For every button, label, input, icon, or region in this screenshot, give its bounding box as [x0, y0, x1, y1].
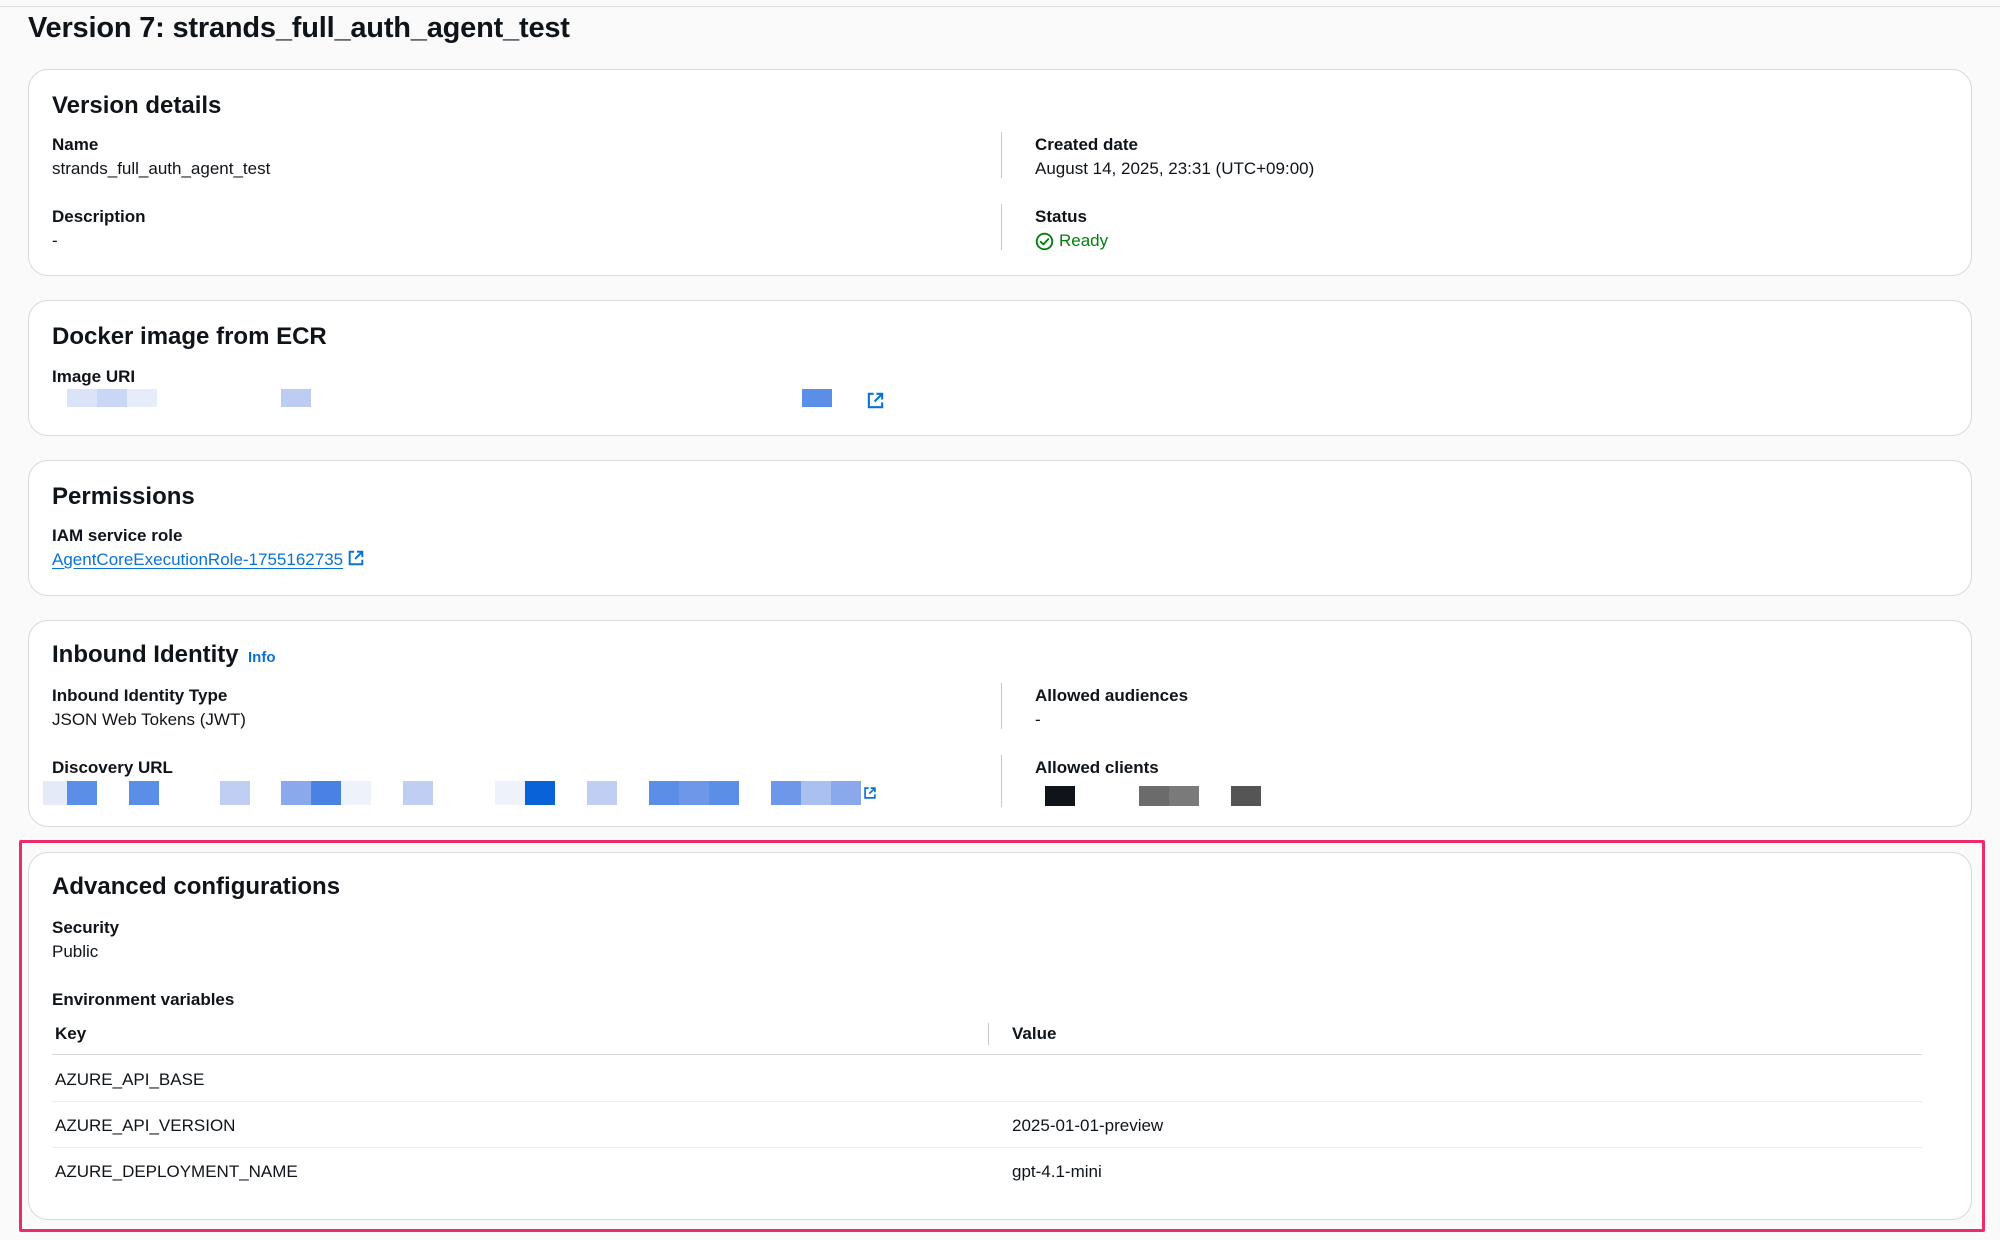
- top-divider: [0, 6, 2000, 7]
- column-divider: [1001, 683, 1002, 729]
- discovery-url-label: Discovery URL: [52, 758, 173, 777]
- column-header-value: Value: [1012, 1024, 1057, 1043]
- env-key: AZURE_DEPLOYMENT_NAME: [55, 1162, 298, 1181]
- env-value: gpt-4.1-mini: [1012, 1162, 1102, 1181]
- allowed-audiences-value: -: [1035, 710, 1041, 729]
- iam-role-label: IAM service role: [52, 526, 183, 545]
- docker-image-title: Docker image from ECR: [52, 323, 327, 350]
- column-header-key: Key: [55, 1024, 87, 1043]
- column-divider: [1001, 204, 1002, 250]
- created-date-value: August 14, 2025, 23:31 (UTC+09:00): [1035, 159, 1315, 178]
- advanced-configurations-card: Advanced configurations Security Public …: [28, 852, 1972, 1220]
- check-circle-icon: [1035, 232, 1054, 250]
- name-value: strands_full_auth_agent_test: [52, 159, 271, 178]
- allowed-clients-label: Allowed clients: [1035, 758, 1159, 777]
- version-details-card: Version details Name strands_full_auth_a…: [28, 69, 1972, 276]
- row-divider: [52, 1147, 1922, 1148]
- env-key: AZURE_API_BASE: [55, 1070, 205, 1089]
- permissions-card: Permissions IAM service role AgentCoreEx…: [28, 460, 1972, 596]
- external-link-icon[interactable]: [863, 784, 877, 802]
- iam-role-link[interactable]: AgentCoreExecutionRole-1755162735: [52, 550, 343, 569]
- docker-image-card: Docker image from ECR Image URI: [28, 300, 1972, 436]
- inbound-identity-card: Inbound Identity Info Inbound Identity T…: [28, 620, 1972, 827]
- inbound-type-label: Inbound Identity Type: [52, 686, 228, 705]
- security-value: Public: [52, 942, 99, 961]
- inbound-type-value: JSON Web Tokens (JWT): [52, 710, 246, 729]
- environment-variables-label: Environment variables: [52, 990, 235, 1009]
- status-label: Status: [1035, 207, 1087, 226]
- advanced-configurations-title: Advanced configurations: [52, 873, 341, 900]
- permissions-title: Permissions: [52, 483, 195, 510]
- image-uri-label: Image URI: [52, 367, 136, 386]
- description-label: Description: [52, 207, 146, 226]
- version-details-title: Version details: [52, 92, 222, 119]
- page-title: Version 7: strands_full_auth_agent_test: [28, 12, 570, 44]
- security-label: Security: [52, 918, 120, 937]
- name-label: Name: [52, 135, 99, 154]
- env-value: 2025-01-01-preview: [1012, 1116, 1164, 1135]
- column-divider: [1001, 755, 1002, 807]
- created-date-label: Created date: [1035, 135, 1138, 154]
- info-link[interactable]: Info: [248, 648, 276, 668]
- external-link-icon[interactable]: [347, 549, 365, 567]
- status-value: Ready: [1059, 231, 1109, 250]
- inbound-identity-title: Inbound Identity: [52, 641, 239, 668]
- row-divider: [52, 1101, 1922, 1102]
- external-link-icon[interactable]: [866, 391, 885, 415]
- description-value: -: [52, 231, 58, 250]
- iam-role-link-wrapper: AgentCoreExecutionRole-1755162735: [52, 549, 365, 571]
- allowed-audiences-label: Allowed audiences: [1035, 686, 1189, 705]
- column-resizer[interactable]: [988, 1023, 989, 1045]
- env-key: AZURE_API_VERSION: [55, 1116, 236, 1135]
- column-divider: [1001, 132, 1002, 178]
- table-header-divider: [52, 1054, 1922, 1055]
- status-badge: Ready: [1035, 230, 1108, 252]
